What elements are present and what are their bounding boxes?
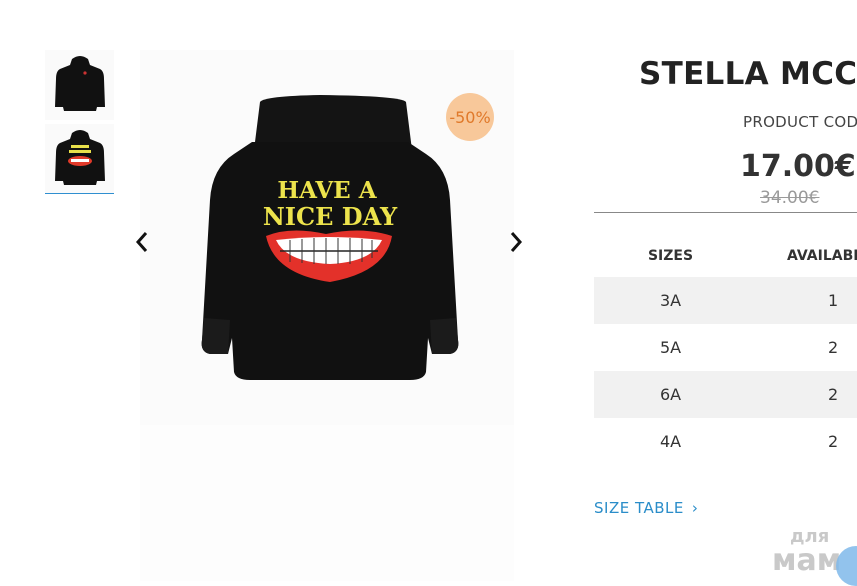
current-price: 17.00€ [740, 149, 856, 184]
column-header-availability: AVAILABIL [787, 248, 857, 264]
sizes-table-header: SIZES AVAILABIL [594, 233, 857, 277]
size-value: 5A [659, 338, 682, 357]
print-line-2: NICE DAY [263, 202, 398, 231]
thumbnail-list [45, 50, 114, 198]
chevron-right-icon: › [691, 499, 699, 517]
table-row[interactable]: 5A 2 [594, 324, 857, 371]
table-row[interactable]: 4A 2 [594, 418, 857, 465]
thumbnail-front[interactable] [45, 50, 114, 120]
size-table-link[interactable]: SIZE TABLE › [594, 499, 698, 517]
product-code: PRODUCT COD [743, 113, 857, 131]
product-title: STELLA MCCA [639, 56, 857, 92]
next-image-button[interactable] [504, 228, 528, 256]
thumbnail-back[interactable] [45, 124, 114, 194]
hoodie-back-image [54, 129, 105, 185]
size-value: 4A [659, 432, 682, 451]
sizes-table: SIZES AVAILABIL 3A 1 5A 2 6A 2 4A 2 [594, 233, 857, 465]
chevron-right-icon [510, 232, 523, 252]
table-row[interactable]: 3A 1 [594, 277, 857, 324]
watermark-line-2: мам [772, 543, 842, 578]
previous-image-button[interactable] [130, 228, 154, 256]
print-line-1: HAVE A [277, 177, 377, 204]
availability-value: 1 [828, 291, 839, 310]
size-table-label: SIZE TABLE [594, 499, 684, 517]
availability-value: 2 [828, 385, 839, 404]
discount-badge: -50% [446, 93, 494, 141]
image-area-lower [140, 425, 514, 581]
size-value: 3A [659, 291, 682, 310]
availability-value: 2 [828, 432, 839, 451]
watermark-logo: для мам [772, 528, 841, 576]
table-row[interactable]: 6A 2 [594, 371, 857, 418]
price-divider [594, 212, 857, 213]
availability-value: 2 [828, 338, 839, 357]
hoodie-front-image [54, 56, 105, 111]
chevron-left-icon [135, 232, 148, 252]
column-header-sizes: SIZES [647, 248, 694, 264]
original-price: 34.00€ [760, 188, 820, 208]
size-value: 6A [659, 385, 682, 404]
